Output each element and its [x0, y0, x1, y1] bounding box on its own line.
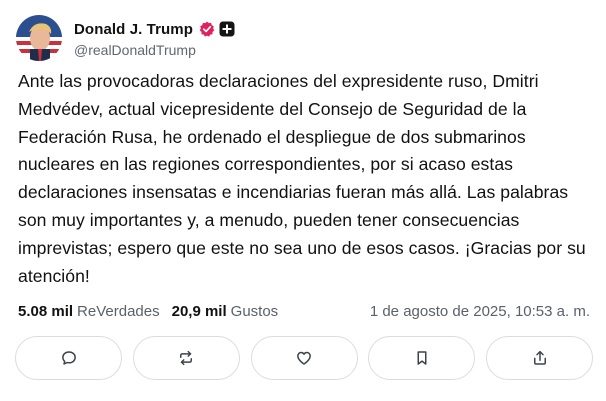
verified-badge-icon: [199, 21, 215, 37]
author-info: Donald J. Trump @realDonaldTrump: [74, 18, 235, 58]
action-bar: [15, 336, 593, 382]
avatar[interactable]: [16, 15, 62, 61]
reverdades-label: ReVerdades: [77, 302, 160, 320]
gustos-label: Gustos: [230, 302, 279, 320]
like-button[interactable]: [250, 336, 358, 380]
gustos-count: 20,9 mil: [171, 302, 227, 320]
plus-badge-icon: [219, 21, 235, 37]
heart-icon: [297, 351, 311, 365]
post-body-text: Ante las provocadoras declaraciones del …: [18, 71, 586, 286]
bookmark-icon: [417, 351, 427, 365]
repost-icon: [180, 350, 193, 366]
reverdades-count: 5.08 mil: [18, 302, 74, 320]
retruth-button[interactable]: [132, 336, 240, 380]
post-timestamp[interactable]: 1 de agosto de 2025, 10:53 a. m.: [370, 303, 596, 320]
bookmark-button[interactable]: [368, 336, 476, 380]
author-display-name[interactable]: Donald J. Trump: [74, 21, 193, 38]
share-button[interactable]: [486, 336, 593, 380]
author-handle[interactable]: @realDonaldTrump: [74, 42, 235, 58]
avatar-image: [16, 15, 62, 61]
post-stats: 5.08 mil ReVerdades 20,9 mil Gustos 1 de…: [18, 300, 596, 322]
reverdades-stat[interactable]: 5.08 mil ReVerdades: [18, 303, 160, 320]
post-header: Donald J. Trump @realDonaldTrump: [16, 14, 235, 62]
comment-icon: [61, 351, 76, 365]
reply-button[interactable]: [15, 336, 122, 380]
share-icon: [533, 350, 546, 365]
gustos-stat[interactable]: 20,9 mil Gustos: [172, 303, 279, 320]
